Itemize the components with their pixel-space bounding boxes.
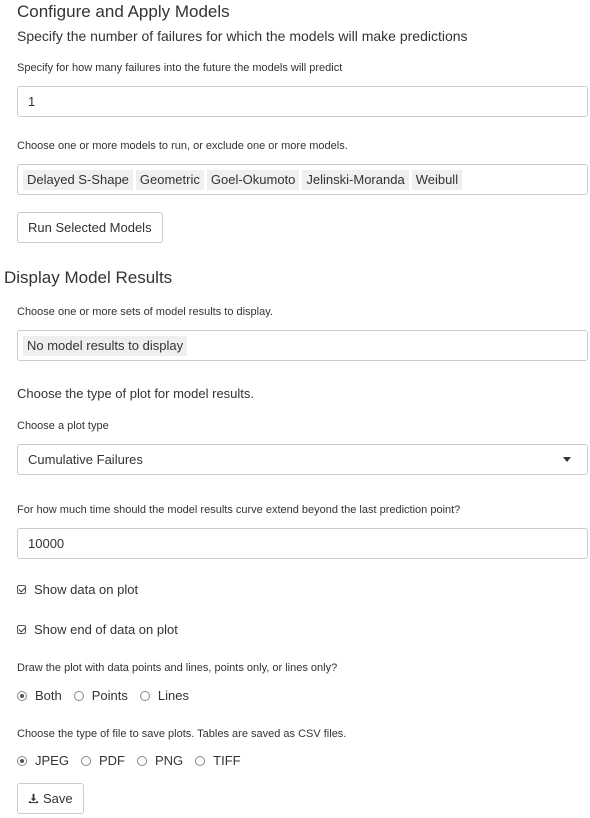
save-button[interactable]: Save xyxy=(17,783,84,814)
draw-style-option[interactable]: Both xyxy=(17,688,62,703)
model-tag[interactable]: Goel-Okumoto xyxy=(206,170,300,190)
show-end-label: Show end of data on plot xyxy=(34,622,178,637)
show-end-checkbox-row[interactable]: Show end of data on plot xyxy=(17,622,178,637)
run-models-button[interactable]: Run Selected Models xyxy=(17,212,163,243)
file-type-label: Choose the type of file to save plots. T… xyxy=(17,728,347,740)
file-type-option[interactable]: PDF xyxy=(80,753,125,768)
display-section-title: Display Model Results xyxy=(4,268,173,287)
results-label: Choose one or more sets of model results… xyxy=(17,306,273,318)
radio-button[interactable] xyxy=(136,755,147,766)
configure-subtitle: Specify the number of failures for which… xyxy=(17,28,468,44)
download-icon xyxy=(28,793,39,804)
results-multiselect[interactable]: No model results to display xyxy=(17,330,588,361)
draw-style-option[interactable]: Points xyxy=(73,688,128,703)
plot-type-heading: Choose the type of plot for model result… xyxy=(17,386,255,401)
radio-label: Lines xyxy=(157,688,189,703)
radio-label: PNG xyxy=(154,753,184,768)
radio-label: Both xyxy=(35,688,62,703)
radio-button[interactable] xyxy=(17,690,27,701)
radio-label: JPEG xyxy=(35,753,69,768)
draw-style-radio-group: Both Points Lines xyxy=(17,688,201,703)
model-tag[interactable]: Weibull xyxy=(411,170,463,190)
future-failures-input[interactable]: 1 xyxy=(17,86,588,117)
radio-button[interactable] xyxy=(195,755,206,766)
model-tag[interactable]: Geometric xyxy=(135,170,204,190)
configure-section-title: Configure and Apply Models xyxy=(17,2,230,21)
file-type-option[interactable]: PNG xyxy=(136,753,184,768)
model-tag[interactable]: Delayed S-Shape xyxy=(23,170,133,190)
show-data-checkbox[interactable] xyxy=(17,585,26,594)
show-data-checkbox-row[interactable]: Show data on plot xyxy=(17,582,138,597)
plot-type-select[interactable]: Cumulative Failures xyxy=(17,444,588,475)
radio-button[interactable] xyxy=(80,755,91,766)
chevron-down-icon xyxy=(563,457,571,462)
radio-button[interactable] xyxy=(17,755,27,766)
file-type-option[interactable]: JPEG xyxy=(17,753,69,768)
radio-button[interactable] xyxy=(139,690,150,701)
save-button-label: Save xyxy=(43,791,73,806)
draw-style-label: Draw the plot with data points and lines… xyxy=(17,662,338,674)
extend-time-label: For how much time should the model resul… xyxy=(17,504,461,516)
models-label: Choose one or more models to run, or exc… xyxy=(17,140,348,152)
show-data-label: Show data on plot xyxy=(34,582,139,597)
extend-time-input[interactable]: 10000 xyxy=(17,528,588,559)
model-tag[interactable]: Jelinski-Moranda xyxy=(302,170,409,190)
plot-type-value: Cumulative Failures xyxy=(28,452,143,467)
future-failures-label: Specify for how many failures into the f… xyxy=(17,62,343,74)
radio-label: Points xyxy=(91,688,128,703)
results-placeholder-tag: No model results to display xyxy=(23,336,188,356)
file-type-option[interactable]: TIFF xyxy=(195,753,241,768)
show-end-checkbox[interactable] xyxy=(17,625,26,634)
models-multiselect[interactable]: Delayed S-Shape Geometric Goel-Okumoto Jeli… xyxy=(17,164,588,195)
file-type-radio-group: JPEG PDF PNG TIFF xyxy=(17,753,253,768)
plot-type-label: Choose a plot type xyxy=(17,420,109,432)
radio-button[interactable] xyxy=(73,690,84,701)
radio-label: TIFF xyxy=(213,753,241,768)
draw-style-option[interactable]: Lines xyxy=(139,688,189,703)
radio-label: PDF xyxy=(98,753,125,768)
